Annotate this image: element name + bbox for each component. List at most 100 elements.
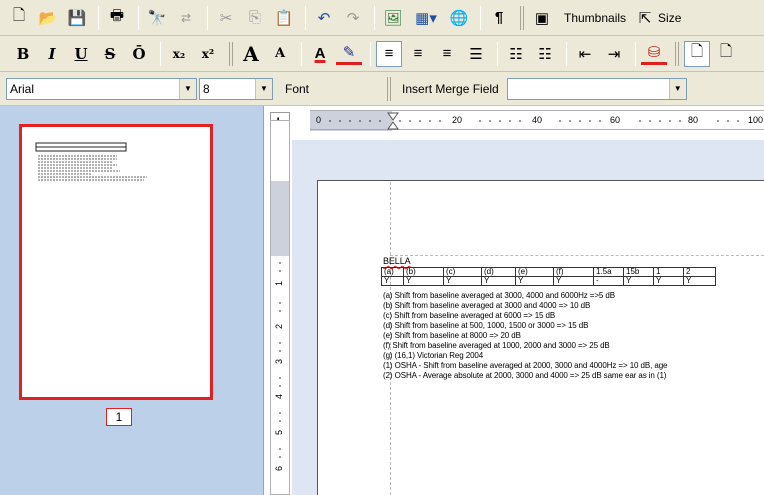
- font-button[interactable]: Font: [279, 76, 315, 102]
- numbered-list-icon[interactable]: ☷: [532, 41, 558, 67]
- page-view-icon[interactable]: 🗋: [684, 40, 710, 67]
- decrease-indent-icon[interactable]: ⇤: [572, 41, 598, 67]
- document-line[interactable]: (e) Shift from baseline at 8000 => 20 dB: [383, 331, 521, 340]
- document-line[interactable]: (b) Shift from baseline averaged at 3000…: [383, 301, 590, 310]
- italic-button[interactable]: I: [39, 41, 65, 67]
- insert-table-icon[interactable]: ▦▾: [409, 5, 443, 31]
- insert-image-icon[interactable]: 🖼: [380, 5, 406, 31]
- merge-field-combo[interactable]: ▼: [506, 77, 687, 100]
- highlight-pen-icon[interactable]: ✎: [336, 43, 362, 65]
- results-table[interactable]: (a) (b) (c) (d) (e) (f) 1.5a 15b 1 2 Y Y…: [381, 267, 716, 286]
- document-heading[interactable]: BELLA: [383, 256, 411, 266]
- separator: [480, 5, 481, 30]
- ruler-mark-60: 60: [610, 115, 620, 125]
- superscript-button[interactable]: x²: [195, 41, 221, 67]
- ruler-mark-v5: 5: [274, 430, 284, 435]
- vertical-ruler[interactable]: 1 2 3 4 5 6: [270, 120, 290, 495]
- table-cell[interactable]: Y: [623, 276, 654, 286]
- document-line[interactable]: (2) OSHA - Average absolute at 2000, 300…: [383, 371, 666, 380]
- document-line[interactable]: (c) Shift from baseline averaged at 6000…: [383, 311, 555, 320]
- insert-merge-field-button[interactable]: Insert Merge Field: [396, 76, 505, 102]
- separator: [160, 41, 161, 66]
- font-color-icon[interactable]: A: [307, 41, 333, 67]
- strikethrough-button[interactable]: S: [97, 41, 123, 67]
- margin-guide: [390, 255, 764, 256]
- bullet-list-icon[interactable]: ☷: [503, 41, 529, 67]
- table-cell[interactable]: Y: [553, 276, 594, 286]
- size-icon[interactable]: ⇱: [632, 5, 658, 31]
- redo-icon[interactable]: ↷: [340, 5, 366, 31]
- find-binoculars-icon[interactable]: 🔭: [144, 5, 170, 31]
- overline-button[interactable]: Ō: [126, 41, 152, 67]
- table-row: Y Y Y Y Y Y - Y Y Y: [381, 276, 716, 286]
- undo-icon[interactable]: ↶: [311, 5, 337, 31]
- separator: [305, 5, 306, 30]
- align-center-icon[interactable]: ≡: [405, 41, 431, 67]
- table-cell[interactable]: Y: [683, 276, 716, 286]
- separator: [675, 41, 679, 66]
- align-right-icon[interactable]: ≡: [434, 41, 460, 67]
- insert-link-icon[interactable]: 🌐: [446, 5, 472, 31]
- grow-font-button[interactable]: A: [238, 41, 264, 67]
- save-icon[interactable]: 💾: [64, 5, 90, 31]
- document-line[interactable]: (g) (16,1) Victorian Reg 2004: [383, 351, 483, 360]
- separator: [301, 41, 302, 66]
- table-cell[interactable]: Y: [403, 276, 444, 286]
- ruler-mark-100: 100: [748, 115, 763, 125]
- table-cell[interactable]: -: [593, 276, 624, 286]
- cut-icon[interactable]: ✂: [213, 5, 239, 31]
- separator: [497, 41, 498, 66]
- font-name-combo[interactable]: Arial ▼: [6, 77, 197, 100]
- copy-icon[interactable]: ⎘: [242, 5, 268, 31]
- align-left-icon[interactable]: ≡: [376, 40, 402, 67]
- table-row: (a) (b) (c) (d) (e) (f) 1.5a 15b 1 2: [381, 267, 716, 277]
- font-toolbar: Arial ▼ 8 ▼ Font Insert Merge Field ▼: [0, 72, 764, 106]
- ruler-mark-v1: 1: [274, 281, 284, 286]
- view-icon[interactable]: ▣: [529, 5, 555, 31]
- print-icon[interactable]: 🖶: [104, 5, 130, 31]
- ruler-mark-0: 0: [316, 115, 321, 125]
- table-cell[interactable]: Y: [481, 276, 516, 286]
- ruler-mark-v4: 4: [274, 394, 284, 399]
- document-line[interactable]: (1) OSHA - Shift from baseline averaged …: [383, 361, 667, 370]
- thumbnails-button[interactable]: Thumbnails: [558, 5, 632, 31]
- font-name-value: Arial: [10, 81, 35, 96]
- paragraph-marks-icon[interactable]: ¶: [486, 5, 512, 31]
- ruler-mark-v6: 6: [274, 466, 284, 471]
- increase-indent-icon[interactable]: ⇥: [601, 41, 627, 67]
- horizontal-ruler[interactable]: 0 20 40 60 80 100: [310, 110, 764, 131]
- document-line[interactable]: (f) Shift from baseline averaged at 1000…: [383, 341, 610, 350]
- standard-toolbar: 🗋 📂 💾 🖶 🔭 ⇄ ✂ ⎘ 📋 ↶ ↷ 🖼 ▦▾ 🌐 ¶ ▣ Thumbna…: [0, 0, 764, 36]
- size-button[interactable]: Size: [658, 5, 687, 31]
- bold-button[interactable]: B: [10, 41, 36, 67]
- chevron-down-icon[interactable]: ▼: [668, 78, 686, 99]
- replace-icon[interactable]: ⇄: [173, 5, 199, 31]
- page-thumbnail[interactable]: [19, 124, 213, 400]
- separator: [229, 41, 233, 66]
- ruler-mark-20: 20: [452, 115, 462, 125]
- paste-icon[interactable]: 📋: [271, 5, 297, 31]
- subscript-button[interactable]: x₂: [166, 41, 192, 67]
- justify-icon[interactable]: ☰: [463, 41, 489, 67]
- document-line[interactable]: (a) Shift from baseline averaged at 3000…: [383, 291, 615, 300]
- page-layout-icon[interactable]: 🗋: [713, 41, 739, 67]
- thumbnail-pane[interactable]: 1: [0, 106, 264, 495]
- font-size-combo[interactable]: 8 ▼: [199, 77, 273, 100]
- shrink-font-button[interactable]: A: [267, 41, 293, 67]
- open-folder-icon[interactable]: 📂: [35, 5, 61, 31]
- table-cell[interactable]: Y: [381, 276, 404, 286]
- underline-button[interactable]: U: [68, 41, 94, 67]
- chevron-down-icon[interactable]: ▼: [255, 78, 272, 99]
- thumbnail-page-number[interactable]: 1: [106, 408, 132, 426]
- table-cell[interactable]: Y: [515, 276, 554, 286]
- separator: [520, 5, 524, 30]
- chevron-down-icon[interactable]: ▼: [179, 78, 196, 99]
- separator: [138, 5, 139, 30]
- new-document-icon[interactable]: 🗋: [6, 5, 32, 31]
- fill-color-icon[interactable]: ⛁: [641, 43, 667, 65]
- table-cell[interactable]: Y: [653, 276, 684, 286]
- document-line[interactable]: (d) Shift from baseline at 500, 1000, 15…: [383, 321, 588, 330]
- separator: [207, 5, 208, 30]
- table-cell[interactable]: Y: [443, 276, 482, 286]
- separator: [370, 41, 371, 66]
